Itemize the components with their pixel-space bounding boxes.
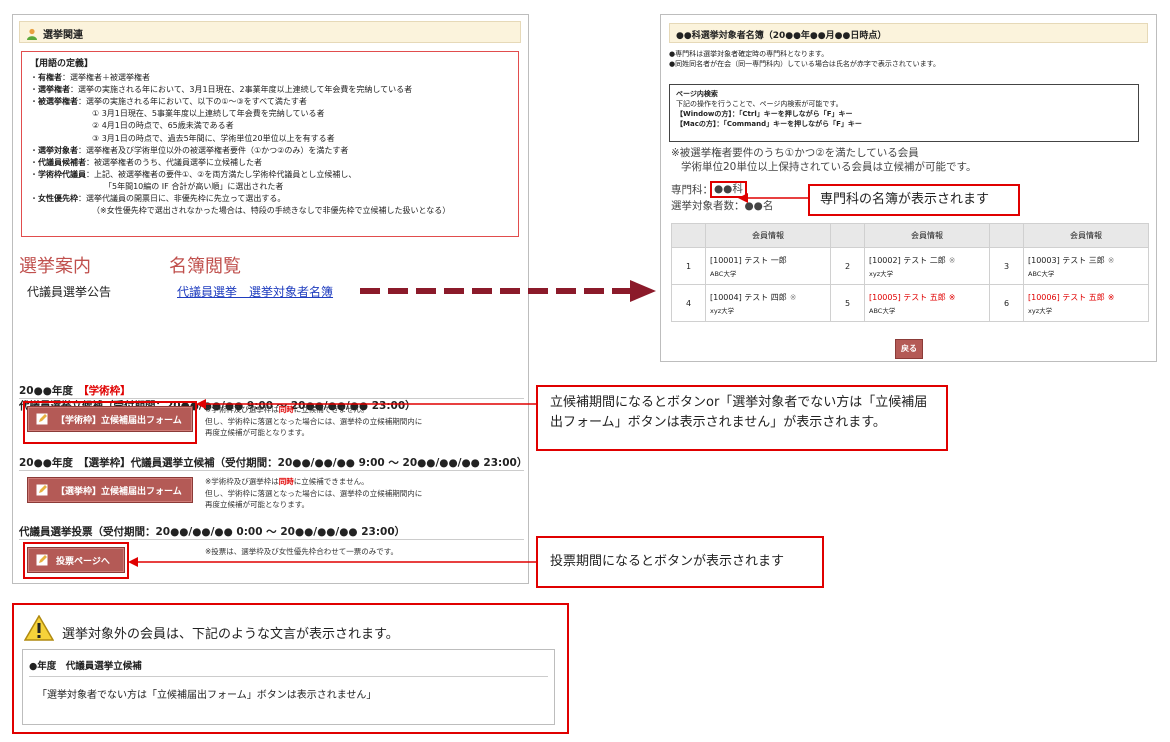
member-school: ABC大学 xyxy=(710,269,737,278)
back-button[interactable]: 戻る xyxy=(895,339,923,359)
button-callout: 立候補期間になるとボタンor「選挙対象者でない方は「立候補届出フォーム」ボタンは… xyxy=(536,385,948,451)
term-sub: 「5年間10編の IF 合計が高い順」に選出された者 xyxy=(104,181,284,191)
member-name: [10004] テスト 四郎 ※ xyxy=(710,292,797,302)
term-row: ・有権者：選挙権者＋被選挙権者 xyxy=(30,73,150,83)
row-number: 6 xyxy=(989,284,1024,322)
member-school: ABC大学 xyxy=(1028,269,1055,278)
dept-label: 専門科： xyxy=(671,184,713,196)
member-cell: [10005] テスト 五郎 ※ ABC大学 xyxy=(864,284,990,322)
announcement-link[interactable]: 代議員選挙公告 xyxy=(27,283,111,300)
member-name: [10002] テスト 二郎 ※ xyxy=(869,255,956,265)
non-target-warning: 選挙対象外の会員は、下記のような文言が表示されます。 ●年度 代議員選挙立候補 … xyxy=(12,603,569,734)
terms-title: 【用語の定義】 xyxy=(30,59,94,69)
terms-definition-box: 【用語の定義】 ・有権者：選挙権者＋被選挙権者 ・選挙権者：選挙の実施される年に… xyxy=(21,51,519,237)
row-number: 1 xyxy=(671,247,706,285)
term-sub: ② 4月1日の時点で、65歳未満である者 xyxy=(92,121,234,131)
sample-text: 「選挙対象者でない方は「立候補届出フォーム」ボタンは表示されません」 xyxy=(37,690,377,701)
roster-heading: 名簿閲覧 xyxy=(169,256,241,277)
roster-link[interactable]: 代議員選挙 選挙対象者名簿 xyxy=(177,283,333,300)
requirement-line2: 学術単位20単位以上保持されている会員は立候補が可能です。 xyxy=(681,161,977,173)
dept-callout: 専門科の名簿が表示されます xyxy=(808,184,1020,216)
page-search-box: ページ内検索 下記の操作を行うことで、ページ内検索が可能です。 【Windowの… xyxy=(669,84,1139,142)
table-header-row: 会員情報 会員情報 会員情報 xyxy=(671,223,1149,248)
vote-callout: 投票期間になるとボタンが表示されます xyxy=(536,536,824,588)
member-table: 会員情報 会員情報 会員情報 1 [10001] テスト 一郎 ABC大学 2 [100… xyxy=(671,223,1149,322)
member-name: [10003] テスト 三郎 ※ xyxy=(1028,255,1115,265)
member-cell: [10002] テスト 二郎 ※ xyz大学 xyxy=(864,247,990,285)
warning-icon xyxy=(24,615,54,641)
member-name: [10001] テスト 一郎 xyxy=(710,255,787,265)
member-cell: [10004] テスト 四郎 ※ xyz大学 xyxy=(705,284,831,322)
term-row: ・選挙権者：選挙の実施される年において、3月1日現在、2事業年度以上連続して年会… xyxy=(30,85,413,95)
term-row: ・学術枠代議員：上記、被選挙権者の要件①、②を両方満たし学術枠代議員とし立候補し… xyxy=(30,169,357,179)
divider xyxy=(19,470,524,471)
election-note: ※学術枠及び選挙枠は同時に立候補できません。 但し、学術枠に落選となった場合には… xyxy=(205,477,423,509)
member-cell: [10001] テスト 一郎 ABC大学 xyxy=(705,247,831,285)
pencil-icon xyxy=(36,413,48,425)
person-icon xyxy=(26,28,38,40)
roster-note-same-name: ●同姓同名者が在会（同一専門科内）している場合は氏名が赤字で表示されています。 xyxy=(669,60,940,68)
roster-title: ●●科選挙対象者名簿（20●●年●●月●●日時点） xyxy=(669,23,1148,43)
period-election: 20●●年度 【選挙枠】代議員選挙立候補（受付期間：20●●/●●/●● 9:0… xyxy=(19,457,528,469)
dashed-arrow xyxy=(360,280,656,302)
vote-callout-arrow xyxy=(128,557,536,567)
member-name: [10005] テスト 五郎 ※ xyxy=(869,292,956,302)
button-callout-arrow xyxy=(196,399,536,409)
member-cell: [10003] テスト 三郎 ※ ABC大学 xyxy=(1023,247,1149,285)
section-header: 選挙関連 xyxy=(19,21,521,43)
row-number: 5 xyxy=(830,284,865,322)
roster-note-dept: ●専門科は選挙対象者確定時の専門科となります。 xyxy=(669,50,829,58)
section-title: 選挙関連 xyxy=(43,30,83,41)
term-sub: ③ 3月1日の時点で、過去5年間に、学術単位20単位以上を有する者 xyxy=(92,133,335,143)
row-number: 2 xyxy=(830,247,865,285)
term-row: ・被選挙権者：選挙の実施される年において、以下の①～③をすべて満たす者 xyxy=(30,97,307,107)
academic-application-button[interactable]: 【学術枠】立候補届出フォーム xyxy=(27,406,193,432)
term-sub: （※女性優先枠で選出されなかった場合は、特段の手続きなしで非優先枠で立候補した扱… xyxy=(92,206,451,216)
requirement-line1: ※被選挙権者要件のうち①かつ②を満たしている会員 xyxy=(671,147,919,159)
member-school: xyz大学 xyxy=(710,306,735,315)
member-school: ABC大学 xyxy=(869,306,896,315)
table-row: 1 [10001] テスト 一郎 ABC大学 2 [10002] テスト 二郎 ※ xyz大… xyxy=(671,247,1149,285)
divider xyxy=(19,539,524,540)
member-school: xyz大学 xyxy=(1028,306,1053,315)
divider xyxy=(29,676,548,677)
election-application-button[interactable]: 【選挙枠】立候補届出フォーム xyxy=(27,477,193,503)
warning-message: 選挙対象外の会員は、下記のような文言が表示されます。 xyxy=(62,627,399,642)
dept-callout-arrow xyxy=(738,193,810,203)
member-school: xyz大学 xyxy=(869,269,894,278)
period-vote: 代議員選挙投票（受付期間：20●●/●●/●● 0:00 ～ 20●●/●●/●… xyxy=(19,526,406,538)
row-number: 4 xyxy=(671,284,706,322)
table-row: 4 [10004] テスト 四郎 ※ xyz大学 5 [10005] テスト 五郎 ※ ABC… xyxy=(671,284,1149,322)
election-info-heading: 選挙案内 xyxy=(19,256,91,277)
term-row: ・代議員候補者：被選挙権者のうち、代議員選挙に立候補した者 xyxy=(30,157,262,167)
term-row: ・選挙対象者：選挙権者及び学術単位以外の被選挙権者要件（①かつ②のみ）を満たす者 xyxy=(30,145,349,155)
pencil-icon xyxy=(36,484,48,496)
row-number: 3 xyxy=(989,247,1024,285)
member-name: [10006] テスト 五郎 ※ xyxy=(1028,292,1115,302)
sample-message-box: ●年度 代議員選挙立候補 「選挙対象者でない方は「立候補届出フォーム」ボタンは表… xyxy=(22,649,555,725)
term-sub: ① 3月1日現在、5事業年度以上連続して年会費を完納している者 xyxy=(92,109,325,119)
pencil-icon xyxy=(36,554,48,566)
member-cell: [10006] テスト 五郎 ※ xyz大学 xyxy=(1023,284,1149,322)
term-row: ・女性優先枠：選挙代議員の開票日に、非優先枠に先立って選出する。 xyxy=(30,194,286,204)
sample-title: ●年度 代議員選挙立候補 xyxy=(29,661,142,672)
vote-page-button[interactable]: 投票ページへ xyxy=(27,547,125,573)
